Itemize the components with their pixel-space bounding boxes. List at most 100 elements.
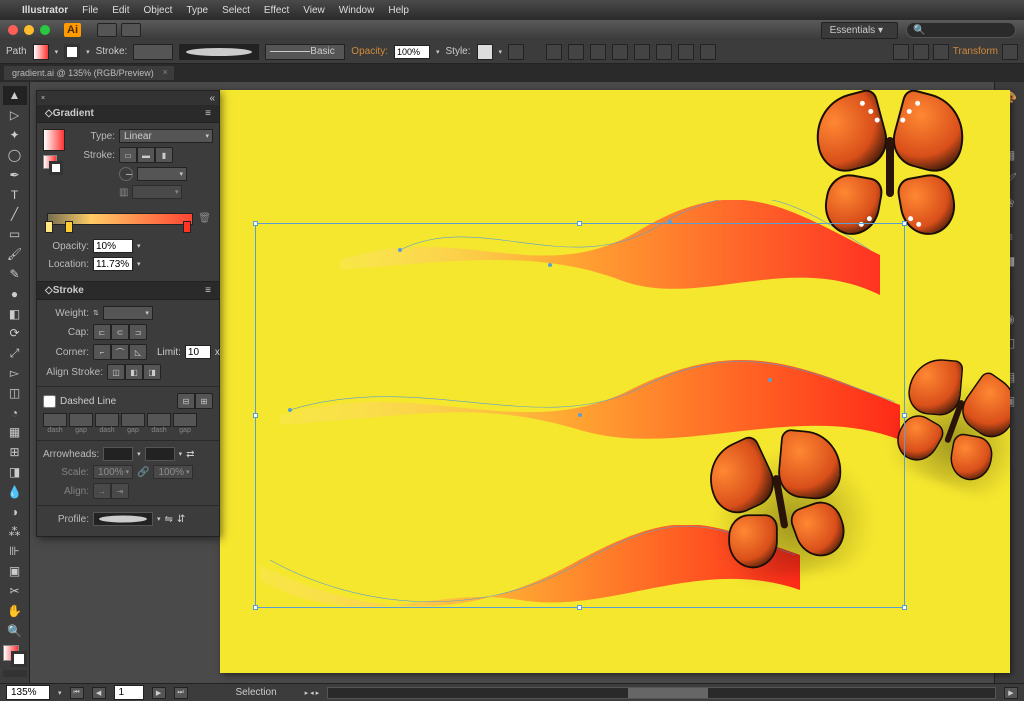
zoom-level-input[interactable]: 135% [6, 685, 50, 700]
stroke-weight-select[interactable] [133, 44, 173, 60]
scroll-right-button[interactable]: ▶ [1004, 687, 1018, 699]
workspace-switcher[interactable]: Essentials ▾ [821, 22, 898, 39]
distribute-h-icon[interactable] [678, 44, 694, 60]
align-stroke-inside-button[interactable]: ◧ [125, 364, 143, 380]
stroke-weight-input[interactable] [103, 306, 153, 320]
swap-arrowheads-icon[interactable]: ⇄ [186, 449, 194, 460]
tool-zoom[interactable]: 🔍 [3, 621, 27, 640]
tool-line[interactable]: ╱ [3, 205, 27, 224]
tool-shape-builder[interactable]: ◔ [3, 403, 27, 422]
help-search-input[interactable]: 🔍 [906, 22, 1016, 38]
graphic-style-swatch[interactable] [477, 44, 493, 60]
align-vcenter-icon[interactable] [634, 44, 650, 60]
gradient-type-select[interactable]: Linear [119, 129, 213, 143]
menu-view[interactable]: View [303, 5, 325, 16]
corner-miter-button[interactable]: ⌐ [93, 344, 111, 360]
menu-edit[interactable]: Edit [112, 5, 129, 16]
horizontal-scrollbar[interactable] [327, 687, 996, 699]
panel-toggle-icon[interactable] [1002, 44, 1018, 60]
dash-3-input[interactable] [147, 413, 171, 427]
tool-selection[interactable]: ▲ [3, 86, 27, 105]
bridge-icon[interactable] [97, 23, 117, 37]
gradient-preview-swatch[interactable] [43, 129, 65, 151]
gradient-ramp[interactable]: 🗑 [43, 209, 213, 233]
arrange-icon[interactable] [121, 23, 141, 37]
panel-close-icon[interactable]: × [37, 95, 49, 102]
tool-free-transform[interactable]: ◫ [3, 383, 27, 402]
menu-file[interactable]: File [82, 5, 98, 16]
tool-eraser[interactable]: ◧ [3, 304, 27, 323]
document-tab[interactable]: gradient.ai @ 135% (RGB/Preview) [4, 66, 174, 80]
fill-stroke-control[interactable] [3, 645, 27, 667]
stop-location-input[interactable] [93, 257, 133, 271]
tool-rectangle[interactable]: ▭ [3, 225, 27, 244]
delete-stop-icon[interactable]: 🗑 [198, 213, 211, 224]
next-artboard-button[interactable]: ▶ [152, 687, 166, 699]
arrowhead-end-select[interactable] [145, 447, 175, 461]
corner-bevel-button[interactable]: ◺ [129, 344, 147, 360]
stroke-grad-within-button[interactable]: ▭ [119, 147, 137, 163]
opacity-input[interactable] [394, 45, 430, 59]
align-bottom-icon[interactable] [656, 44, 672, 60]
width-profile-select[interactable] [93, 512, 153, 526]
transform-link[interactable]: Transform [953, 46, 998, 57]
tool-pen[interactable]: ✒ [3, 165, 27, 184]
gap-2-input[interactable] [121, 413, 145, 427]
tool-direct-selection[interactable]: ▷ [3, 106, 27, 125]
align-stroke-outside-button[interactable]: ◨ [143, 364, 161, 380]
gradient-fill-stroke-toggle[interactable] [43, 155, 63, 175]
close-window-button[interactable] [8, 25, 18, 35]
gap-3-input[interactable] [173, 413, 197, 427]
stroke-panel-title[interactable]: ◇ Stroke≡ [37, 282, 219, 300]
tool-scale[interactable]: ⤢ [3, 344, 27, 363]
tool-mesh[interactable]: ⊞ [3, 443, 27, 462]
tool-pencil[interactable]: ✎ [3, 264, 27, 283]
gradient-stop-2[interactable] [65, 221, 73, 233]
status-menu-button[interactable]: ▸ ◂ ▸ [305, 689, 319, 697]
flip-across-icon[interactable]: ⇵ [177, 514, 185, 525]
tool-type[interactable]: T [3, 185, 27, 204]
fill-swatch[interactable] [33, 44, 49, 60]
flip-along-icon[interactable]: ⇋ [165, 514, 173, 525]
menu-window[interactable]: Window [339, 5, 375, 16]
tool-slice[interactable]: ✂ [3, 582, 27, 601]
gap-1-input[interactable] [69, 413, 93, 427]
tool-perspective[interactable]: ▦ [3, 423, 27, 442]
tool-blend[interactable]: ◑ [3, 502, 27, 521]
cap-butt-button[interactable]: ⊏ [93, 324, 111, 340]
tool-hand[interactable]: ✋ [3, 602, 27, 621]
tool-blob-brush[interactable]: ● [3, 284, 27, 303]
stroke-swatch[interactable] [64, 44, 80, 60]
tool-rotate[interactable]: ⟳ [3, 324, 27, 343]
gradient-panel-title[interactable]: ◇ Gradient≡ [37, 105, 219, 123]
tool-eyedropper[interactable]: 💧 [3, 483, 27, 502]
tool-lasso[interactable]: ◯ [3, 145, 27, 164]
align-right-icon[interactable] [590, 44, 606, 60]
artboard[interactable] [220, 90, 1010, 673]
app-menu[interactable]: Illustrator [22, 5, 68, 16]
tool-column-graph[interactable]: ⊪ [3, 542, 27, 561]
zoom-window-button[interactable] [40, 25, 50, 35]
dash-2-input[interactable] [95, 413, 119, 427]
stroke-grad-across-button[interactable]: ▮ [155, 147, 173, 163]
gradient-angle-control[interactable] [119, 167, 133, 181]
cap-projecting-button[interactable]: ⊐ [129, 324, 147, 340]
variable-width-profile-select[interactable] [179, 44, 259, 60]
align-hcenter-icon[interactable] [568, 44, 584, 60]
menu-help[interactable]: Help [388, 5, 409, 16]
stroke-grad-along-button[interactable]: ▬ [137, 147, 155, 163]
gradient-stop-1[interactable] [45, 221, 53, 233]
dashed-line-checkbox[interactable] [43, 395, 56, 408]
align-stroke-center-button[interactable]: ◫ [107, 364, 125, 380]
menu-effect[interactable]: Effect [264, 5, 289, 16]
tool-width[interactable]: ▻ [3, 364, 27, 383]
recolor-icon[interactable] [508, 44, 524, 60]
menu-select[interactable]: Select [222, 5, 250, 16]
dash-1-input[interactable] [43, 413, 67, 427]
align-left-icon[interactable] [546, 44, 562, 60]
distribute-v-icon[interactable] [700, 44, 716, 60]
stop-opacity-input[interactable] [93, 239, 133, 253]
prev-artboard-button[interactable]: ◀ [92, 687, 106, 699]
brush-definition-select[interactable]: Basic [265, 44, 345, 60]
first-artboard-button[interactable]: ⏮ [70, 687, 84, 699]
